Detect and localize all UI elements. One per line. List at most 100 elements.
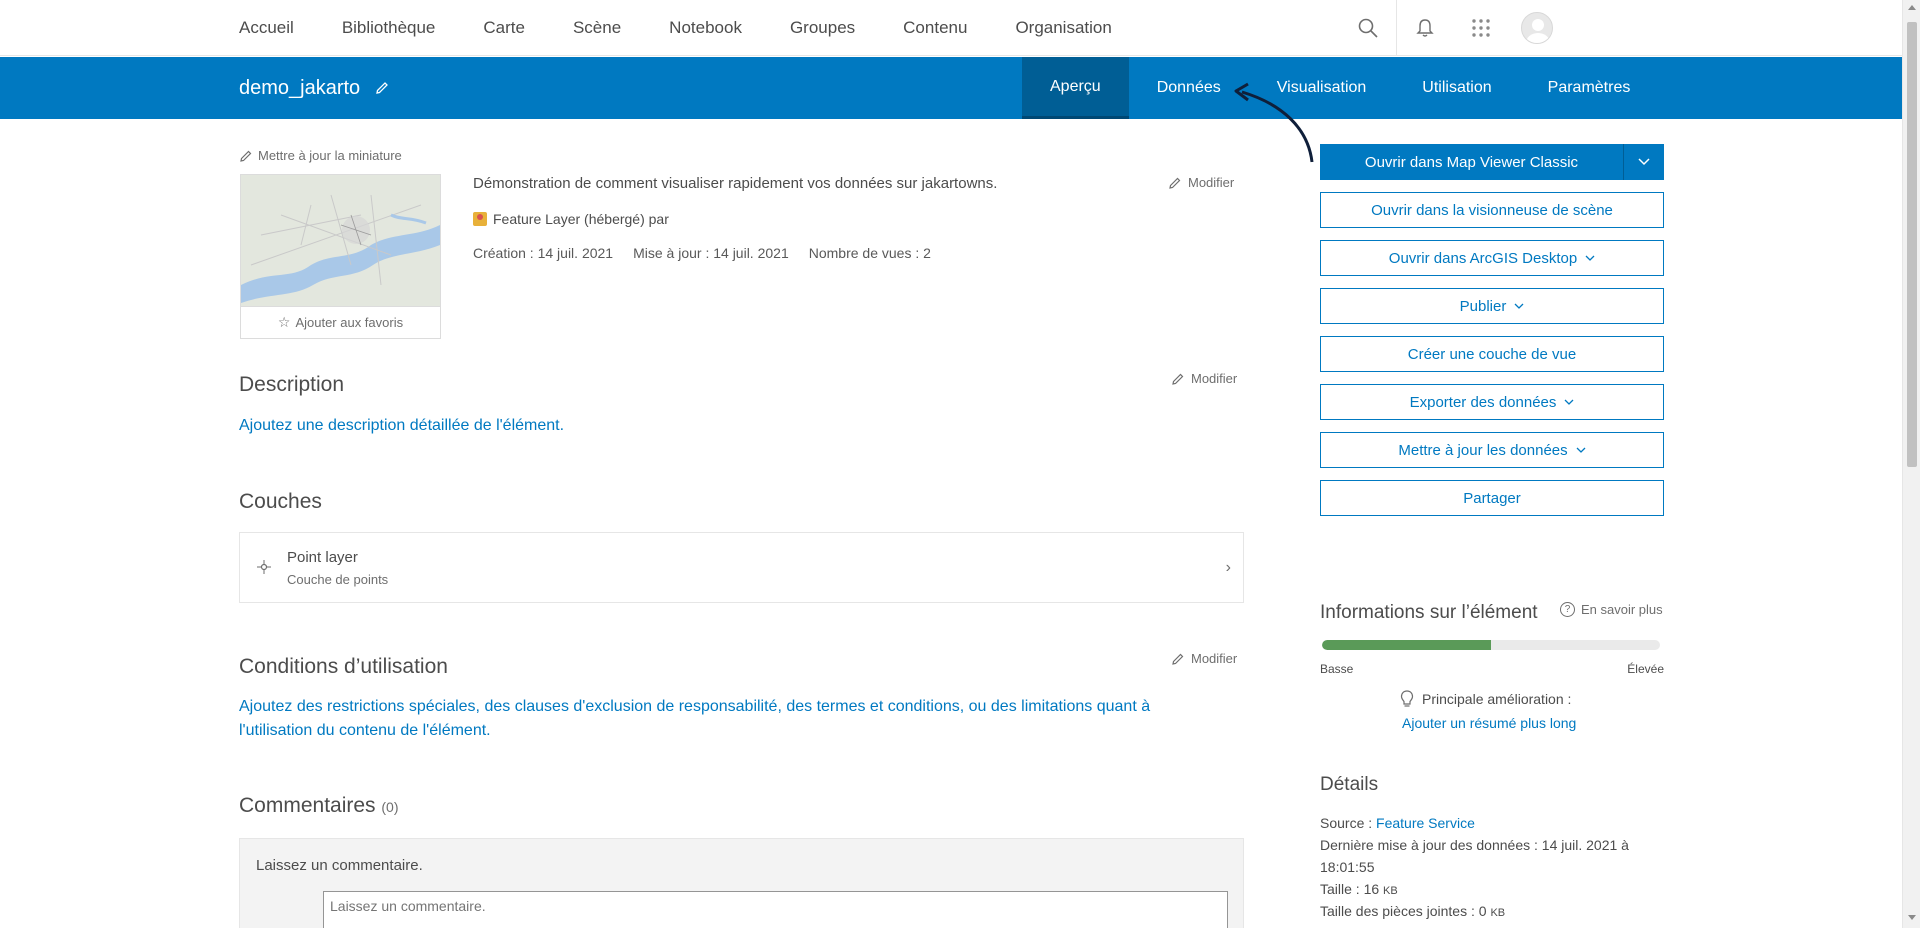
point-layer-icon <box>257 560 271 578</box>
details-attachments-size: Taille des pièces jointes : 0 KB <box>1320 900 1505 924</box>
add-longer-summary-link[interactable]: Ajouter un résumé plus long <box>1402 715 1576 731</box>
score-meter-fill <box>1322 640 1491 650</box>
edit-description-label: Modifier <box>1191 371 1238 386</box>
layer-name: Point layer <box>287 549 358 566</box>
publish-label: Publier <box>1459 297 1507 315</box>
tab-utilisation[interactable]: Utilisation <box>1394 57 1519 119</box>
edit-terms-label: Modifier <box>1191 651 1238 666</box>
edit-terms-button[interactable]: Modifier <box>1171 651 1237 666</box>
top-navigation: Accueil Bibliothèque Carte Scène Noteboo… <box>0 0 1902 56</box>
open-map-viewer-classic-button[interactable]: Ouvrir dans Map Viewer Classic <box>1320 144 1623 180</box>
chevron-down-icon <box>1638 158 1650 166</box>
nav-bibliotheque[interactable]: Bibliothèque <box>342 18 436 38</box>
source-label: Source : <box>1320 815 1373 831</box>
search-icon[interactable] <box>1340 0 1396 56</box>
chevron-right-icon: › <box>1225 559 1231 576</box>
export-data-label: Exporter des données <box>1409 393 1557 411</box>
score-high-label: Élevée <box>1627 662 1664 676</box>
view-count: Nombre de vues : 2 <box>808 245 931 261</box>
source-link[interactable]: Feature Service <box>1376 815 1475 831</box>
nav-accueil[interactable]: Accueil <box>239 18 294 38</box>
item-title: demo_jakarto <box>239 57 390 119</box>
edit-title-pencil-icon[interactable] <box>374 80 390 96</box>
comments-count: (0) <box>381 799 399 815</box>
nav-notebook[interactable]: Notebook <box>669 18 742 38</box>
details-source: Source : Feature Service <box>1320 812 1475 834</box>
updated-date: Mise à jour : 14 juil. 2021 <box>633 245 789 261</box>
nav-scene[interactable]: Scène <box>573 18 621 38</box>
chevron-down-icon <box>1576 447 1586 453</box>
publish-button[interactable]: Publier <box>1320 288 1664 324</box>
open-map-viewer-dropdown-button[interactable] <box>1623 144 1664 180</box>
open-arcgis-desktop-button[interactable]: Ouvrir dans ArcGIS Desktop <box>1320 240 1664 276</box>
details-heading: Détails <box>1320 774 1379 795</box>
details-last-update: Dernière mise à jour des données : 14 ju… <box>1320 834 1664 878</box>
score-scale: Basse Élevée <box>1320 662 1664 676</box>
terms-heading: Conditions d’utilisation <box>239 655 448 678</box>
description-heading: Description <box>239 373 345 396</box>
terms-line-1: Ajoutez des restrictions spéciales, des … <box>239 698 1151 715</box>
chevron-down-icon <box>1514 303 1524 309</box>
terms-line-2: l'utilisation du contenu de l'élément. <box>239 722 491 739</box>
top-improvement-label: Principale amélioration : <box>1422 691 1572 707</box>
size-unit: KB <box>1383 885 1398 897</box>
notification-bell-icon[interactable] <box>1397 0 1453 56</box>
add-description-link[interactable]: Ajoutez une description détaillée de l'é… <box>239 414 564 438</box>
open-scene-viewer-label: Ouvrir dans la visionneuse de scène <box>1371 201 1613 219</box>
nav-organisation[interactable]: Organisation <box>1015 18 1111 38</box>
top-nav-links: Accueil Bibliothèque Carte Scène Noteboo… <box>239 0 1160 56</box>
score-low-label: Basse <box>1320 662 1354 676</box>
update-thumbnail-link[interactable]: Mettre à jour la miniature <box>239 148 402 163</box>
share-button[interactable]: Partager <box>1320 480 1664 516</box>
share-label: Partager <box>1463 489 1521 507</box>
layer-type: Couche de points <box>287 572 389 587</box>
scrollbar-thumb[interactable] <box>1907 22 1917 467</box>
app-launcher-icon[interactable] <box>1453 0 1509 56</box>
scroll-down-arrow-icon[interactable] <box>1908 915 1916 920</box>
chevron-down-icon <box>1564 399 1574 405</box>
item-header-bar: demo_jakarto Aperçu Données Visualisatio… <box>0 57 1902 119</box>
comment-box: Laissez un commentaire. <box>239 838 1244 928</box>
last-update-time: 18:01:55 <box>1320 859 1375 875</box>
open-map-viewer-split-button: Ouvrir dans Map Viewer Classic <box>1320 144 1664 180</box>
update-data-button[interactable]: Mettre à jour les données <box>1320 432 1664 468</box>
page-scrollbar[interactable] <box>1902 0 1920 928</box>
edit-description-button[interactable]: Modifier <box>1171 371 1237 386</box>
tab-apercu[interactable]: Aperçu <box>1022 57 1129 119</box>
item-info-heading: Informations sur l’élément <box>1320 602 1538 623</box>
learn-more-link[interactable]: ? En savoir plus <box>1560 602 1663 617</box>
item-metadata: Création : 14 juil. 2021 Mise à jour : 1… <box>473 245 951 261</box>
nav-carte[interactable]: Carte <box>483 18 525 38</box>
comment-textarea[interactable] <box>323 891 1228 928</box>
open-scene-viewer-button[interactable]: Ouvrir dans la visionneuse de scène <box>1320 192 1664 228</box>
nav-contenu[interactable]: Contenu <box>903 18 967 38</box>
tab-parametres[interactable]: Paramètres <box>1520 57 1659 119</box>
edit-summary-button[interactable]: Modifier <box>1168 175 1234 190</box>
size-label: Taille : 16 <box>1320 881 1380 897</box>
add-terms-link[interactable]: Ajoutez des restrictions spéciales, des … <box>239 695 1244 743</box>
attachments-size-label: Taille des pièces jointes : 0 <box>1320 903 1487 919</box>
item-thumbnail: ☆ Ajouter aux favoris <box>240 174 441 339</box>
lightbulb-icon <box>1400 690 1414 707</box>
user-avatar-button[interactable] <box>1509 0 1565 56</box>
item-type-line: Feature Layer (hébergé) par <box>473 211 669 227</box>
scroll-up-arrow-icon[interactable] <box>1908 5 1916 10</box>
feature-layer-icon <box>473 212 487 226</box>
pencil-icon <box>1172 373 1184 385</box>
pencil-icon <box>240 150 252 162</box>
item-summary: Démonstration de comment visualiser rapi… <box>473 175 998 192</box>
star-icon: ☆ <box>277 314 291 330</box>
add-to-favorites-button[interactable]: ☆ Ajouter aux favoris <box>241 306 440 338</box>
layer-item[interactable]: Point layer Couche de points › <box>239 532 1244 603</box>
export-data-button[interactable]: Exporter des données <box>1320 384 1664 420</box>
nav-groupes[interactable]: Groupes <box>790 18 855 38</box>
add-favorites-label: Ajouter aux favoris <box>295 315 404 330</box>
thumbnail-map-image <box>241 175 440 306</box>
create-view-layer-button[interactable]: Créer une couche de vue <box>1320 336 1664 372</box>
learn-more-label: En savoir plus <box>1581 602 1663 617</box>
open-arcgis-desktop-label: Ouvrir dans ArcGIS Desktop <box>1388 249 1578 267</box>
item-type-text: Feature Layer (hébergé) par <box>493 211 669 227</box>
pencil-icon <box>1172 653 1184 665</box>
help-icon: ? <box>1560 602 1575 617</box>
comments-heading: Commentaires (0) <box>239 794 399 818</box>
